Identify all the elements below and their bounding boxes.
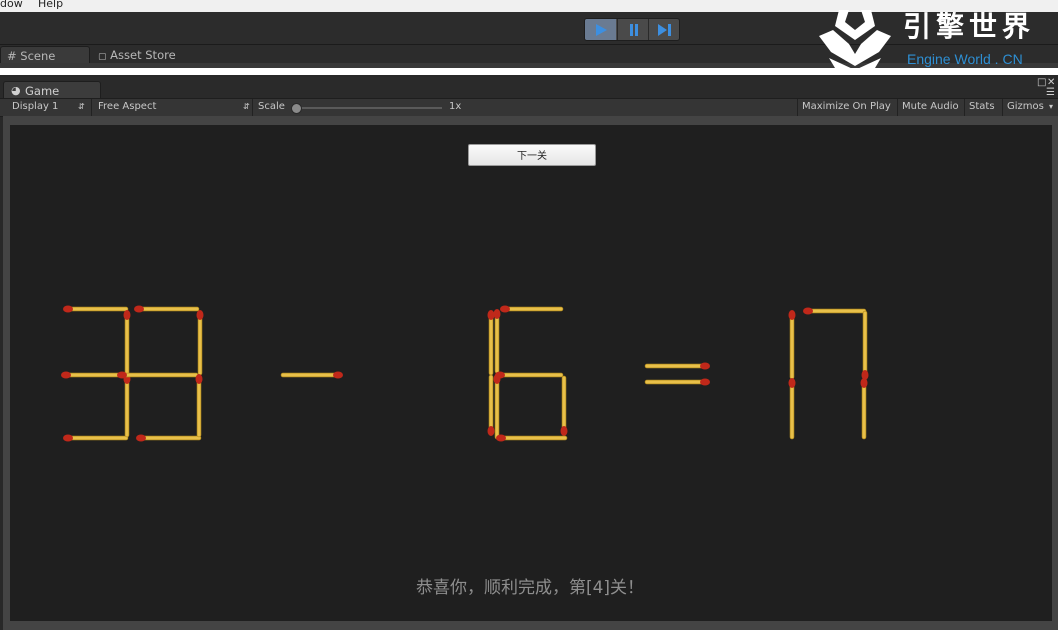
maximize-on-play-toggle[interactable]: Maximize On Play	[797, 99, 895, 116]
tab-scene-label: Scene	[20, 49, 56, 63]
aspect-dropdown[interactable]: Free Aspect	[98, 99, 156, 116]
next-level-button[interactable]: 下一关	[468, 144, 596, 166]
match-head	[788, 378, 796, 388]
match-head	[134, 305, 144, 313]
match-head	[700, 378, 710, 386]
scale-value: 1x	[449, 101, 462, 112]
match-head	[500, 305, 510, 313]
scene-grid-icon: #	[7, 49, 17, 63]
match-head	[496, 434, 506, 442]
aspect-dropdown-arrow-icon: ⇵	[243, 102, 250, 111]
match-head	[196, 310, 204, 320]
mute-audio-toggle[interactable]: Mute Audio	[897, 99, 963, 116]
step-icon	[658, 23, 671, 36]
match-head	[487, 426, 495, 436]
match-head	[487, 310, 495, 320]
match-head	[117, 371, 127, 379]
pause-button[interactable]	[617, 19, 649, 40]
gizmos-dropdown[interactable]: Gizmos	[1002, 99, 1048, 116]
step-button[interactable]	[648, 19, 679, 40]
match-head	[136, 434, 146, 442]
match-head	[63, 305, 73, 313]
game-tab-bar: ◕ Game □ ✕ ☰	[0, 77, 1058, 100]
stats-toggle[interactable]: Stats	[964, 99, 999, 116]
tab-asset-store-label: Asset Store	[110, 48, 176, 62]
tab-menu-icon[interactable]: ☰	[1046, 87, 1055, 98]
gizmos-arrow-icon: ▾	[1049, 102, 1054, 111]
match-head	[123, 310, 131, 320]
play-button[interactable]	[585, 19, 616, 40]
match-head	[860, 378, 868, 388]
logo-english-text: Engine World . CN	[907, 51, 1023, 67]
match-head	[493, 309, 501, 319]
match-head	[63, 434, 73, 442]
scale-label: Scale	[258, 101, 285, 112]
match-head	[495, 371, 505, 379]
match-head	[803, 307, 813, 315]
playback-controls	[584, 18, 680, 41]
match-head	[195, 374, 203, 384]
bag-icon: ▢	[98, 52, 107, 62]
engine-world-logo: 引擎世界 Engine World . CN	[815, 8, 1058, 70]
engine-world-logo-icon	[819, 10, 891, 70]
menu-item-window[interactable]: dow	[0, 0, 23, 9]
match-head	[700, 362, 710, 370]
play-icon	[595, 23, 607, 36]
menu-item-help[interactable]: Help	[38, 0, 63, 9]
match-head	[333, 371, 343, 379]
match-head	[61, 371, 71, 379]
match-head	[788, 310, 796, 320]
pause-icon	[629, 23, 638, 36]
game-toolbar: Display 1 ⇵ Free Aspect ⇵ Scale 1x Maxim…	[0, 98, 1058, 117]
logo-chinese-text: 引擎世界	[903, 10, 1036, 43]
level-complete-message: 恭喜你，顺利完成，第[4]关！	[415, 578, 645, 598]
scale-slider-thumb[interactable]	[291, 103, 302, 114]
display-dropdown-arrow-icon: ⇵	[78, 102, 85, 111]
match-head	[560, 426, 568, 436]
scale-slider-track[interactable]	[292, 107, 442, 109]
display-dropdown[interactable]: Display 1	[12, 99, 58, 116]
